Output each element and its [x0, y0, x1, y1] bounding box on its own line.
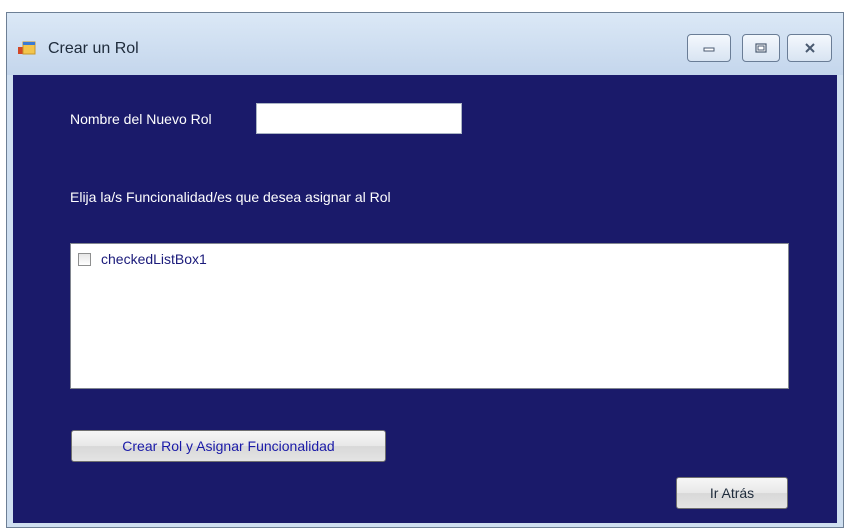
window-title: Crear un Rol	[48, 40, 139, 57]
form-client-area: Nombre del Nuevo Rol Elija la/s Funciona…	[13, 75, 837, 523]
app-icon	[18, 41, 36, 55]
close-icon	[804, 43, 815, 53]
minimize-icon	[703, 47, 715, 52]
maximize-icon	[755, 43, 767, 53]
list-item[interactable]: checkedListBox1	[78, 251, 207, 267]
minimize-button[interactable]	[687, 34, 731, 62]
maximize-button[interactable]	[742, 34, 780, 62]
list-item-label: checkedListBox1	[101, 251, 207, 267]
functionality-checked-list[interactable]: checkedListBox1	[70, 243, 789, 389]
back-button[interactable]: Ir Atrás	[676, 477, 788, 509]
instructions-label: Elija la/s Funcionalidad/es que desea as…	[70, 189, 391, 205]
role-name-input[interactable]	[256, 103, 462, 134]
title-bar[interactable]: Crear un Rol	[7, 13, 843, 75]
name-label: Nombre del Nuevo Rol	[70, 111, 212, 127]
item-checkbox[interactable]	[78, 252, 91, 266]
create-role-button[interactable]: Crear Rol y Asignar Funcionalidad	[71, 430, 386, 462]
crear-rol-window: Crear un Rol Nombre del Nuevo Rol Elija …	[6, 12, 844, 528]
close-button[interactable]	[787, 34, 832, 62]
